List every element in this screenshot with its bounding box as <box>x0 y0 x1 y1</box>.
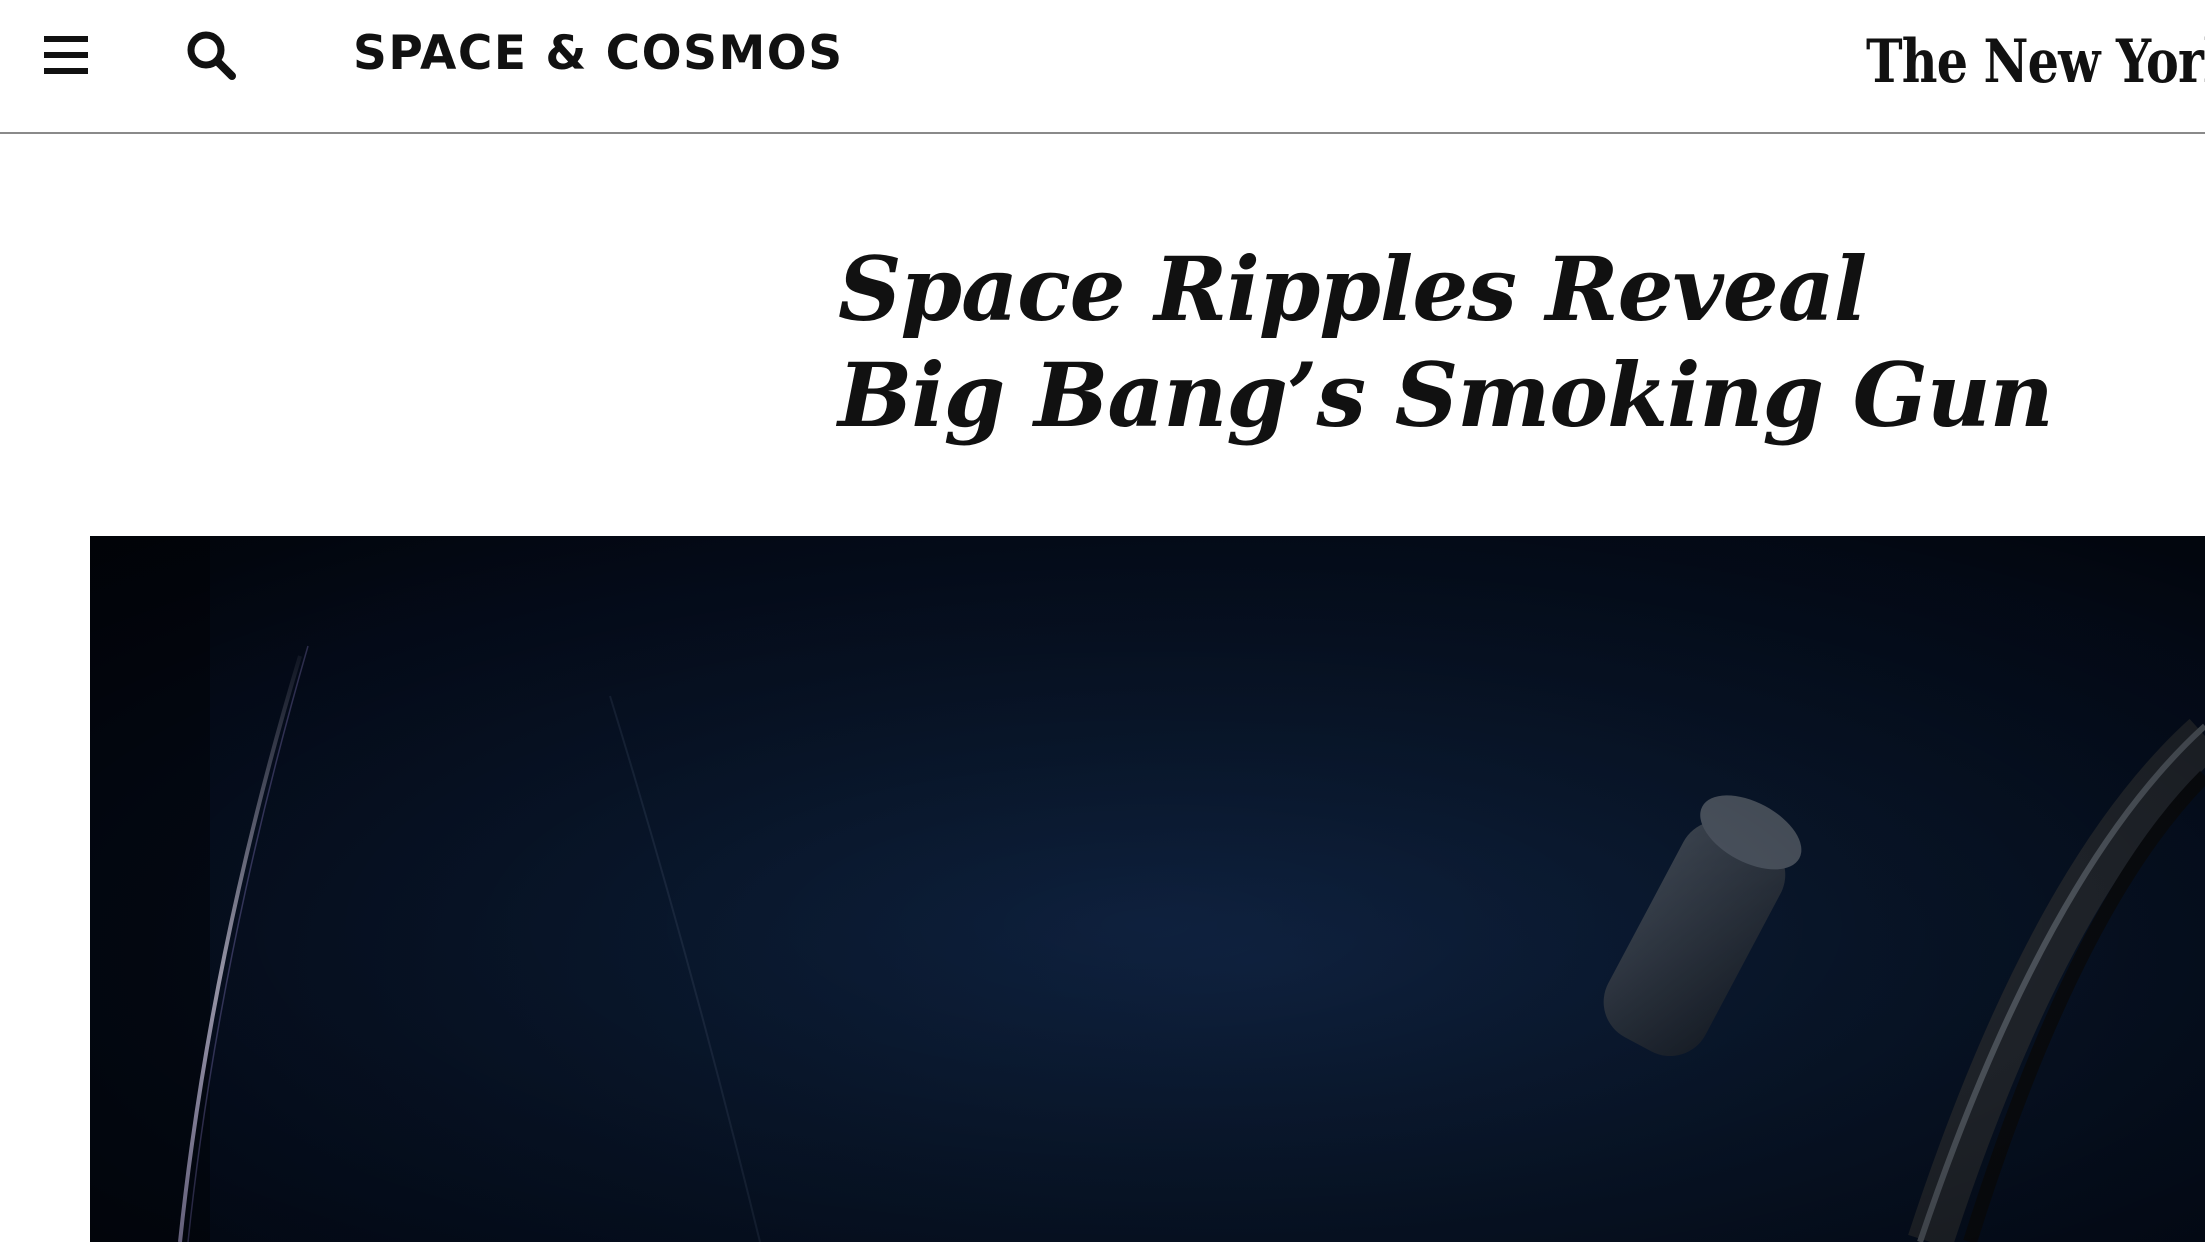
section-title[interactable]: SPACE & COSMOS <box>353 24 844 84</box>
hamburger-menu-icon[interactable] <box>44 36 88 74</box>
search-icon[interactable] <box>184 28 240 84</box>
hero-image[interactable] <box>90 536 2205 1242</box>
article-headline: Space Ripples Reveal Big Bang’s Smoking … <box>838 236 2138 448</box>
headline-line-2: Big Bang’s Smoking Gun <box>838 343 2054 447</box>
top-navigation-bar: SPACE & COSMOS The New York Times <box>0 0 2205 134</box>
telescope-image <box>90 536 2205 1242</box>
nyt-logo[interactable]: The New York Times <box>1866 14 2205 110</box>
headline-line-1: Space Ripples Reveal <box>838 237 1867 341</box>
